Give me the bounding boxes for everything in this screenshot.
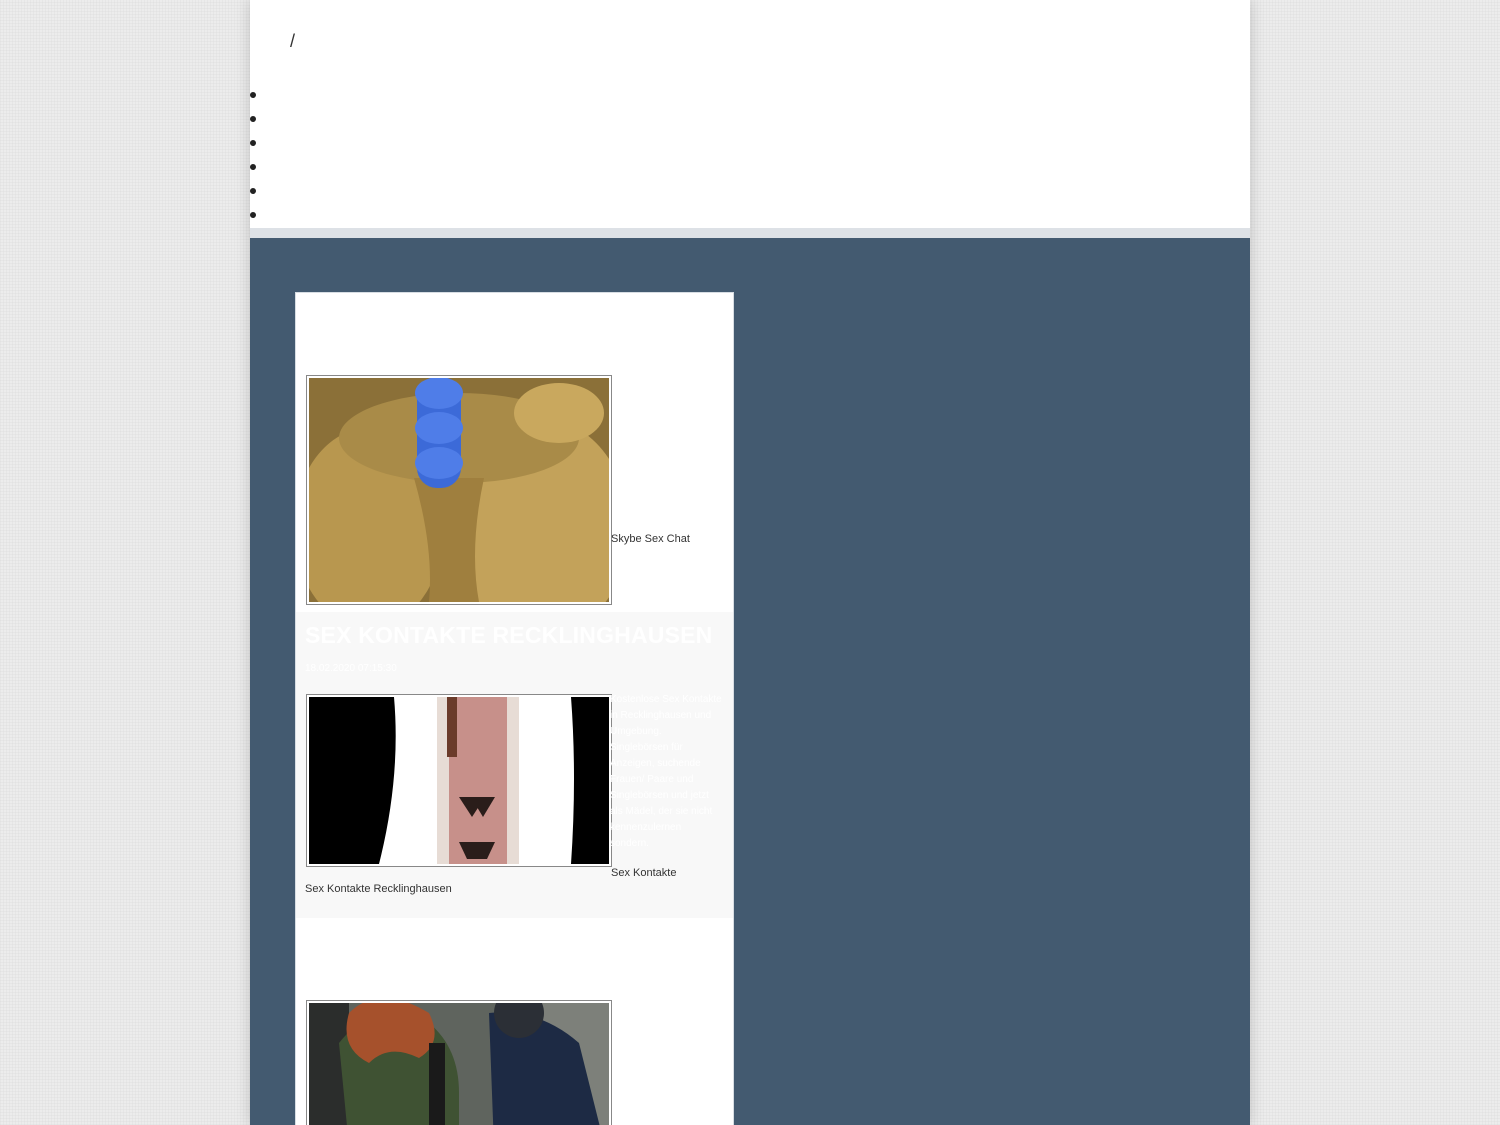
article-title[interactable]: Sex Kontakte Recklinghausen xyxy=(305,622,713,649)
post-thumbnail-link[interactable] xyxy=(306,1000,612,1125)
article-date: 18.02.2020 07:15:30 xyxy=(305,663,397,674)
nav-item[interactable] xyxy=(250,204,270,228)
breadcrumb-separator: / xyxy=(290,31,296,51)
header-divider xyxy=(250,228,1250,238)
article-card: Sex Kontakte Recklinghausen 18.02.2020 0… xyxy=(296,612,733,918)
article-description: Kostenlose Sex Kontakte in Recklinghause… xyxy=(610,694,722,849)
post-thumbnail-image xyxy=(309,378,609,602)
nav-item[interactable] xyxy=(250,108,270,132)
bullet-icon xyxy=(250,188,256,194)
nav-item[interactable] xyxy=(250,84,270,108)
article-link-part[interactable]: Sex Kontakte xyxy=(611,865,676,881)
post-thumbnail-image xyxy=(309,1003,609,1125)
post-link[interactable]: Skybe Sex Chat xyxy=(611,531,690,547)
bullet-icon xyxy=(250,92,256,98)
bullet-icon xyxy=(250,212,256,218)
article-thumbnail-link[interactable] xyxy=(306,694,612,867)
article-thumbnail-image xyxy=(309,697,609,864)
main-nav xyxy=(250,84,270,228)
bullet-icon xyxy=(250,116,256,122)
nav-item[interactable] xyxy=(250,132,270,156)
article-link[interactable]: Sex Kontakte Recklinghausen xyxy=(305,881,452,897)
page-container: / Skybe Sex Chat SEX KONTAKTE RECKLINGHA… xyxy=(250,0,1250,1125)
bullet-icon xyxy=(250,140,256,146)
nav-item[interactable] xyxy=(250,156,270,180)
bullet-icon xyxy=(250,164,256,170)
post-thumbnail-link[interactable] xyxy=(306,375,612,605)
site-header: / xyxy=(250,0,1250,228)
nav-item[interactable] xyxy=(250,180,270,204)
content-column: Skybe Sex Chat Sex Kontakte Recklinghaus… xyxy=(295,292,734,1125)
